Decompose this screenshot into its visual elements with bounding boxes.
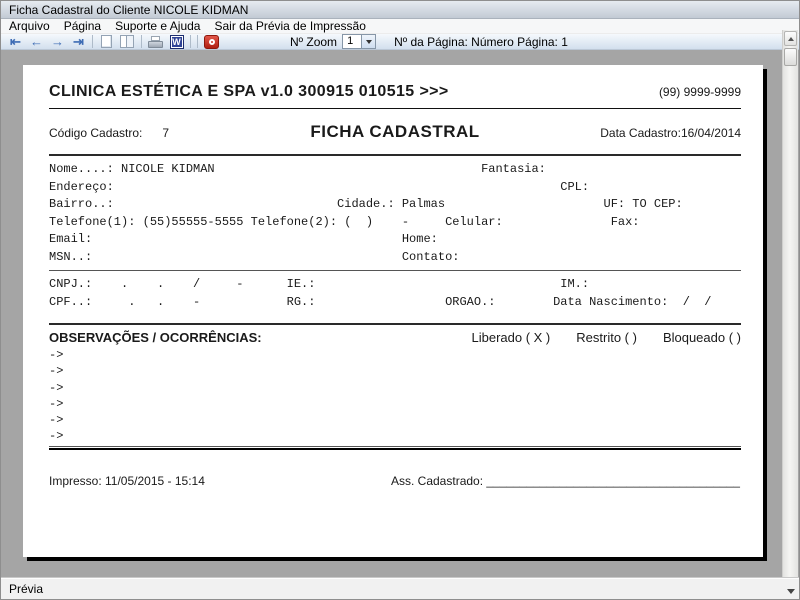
observation-lines: -> -> -> -> -> -> <box>49 348 64 444</box>
fiscal-data-block: CNPJ.: . . / - IE.: IM.: CPF..: . . - RG.… <box>49 276 741 311</box>
single-page-view-button[interactable] <box>96 34 117 49</box>
field-line-endereco: Endereço: CPL: <box>49 179 590 194</box>
divider <box>49 108 741 109</box>
zoom-select[interactable]: 1 <box>342 34 377 49</box>
printer-icon <box>148 35 163 48</box>
toolbar-separator <box>190 35 191 48</box>
zoom-label: Nº Zoom <box>290 34 338 49</box>
toolbar-separator <box>92 35 93 48</box>
title-bar: Ficha Cadastral do Cliente NICOLE KIDMAN <box>1 1 799 19</box>
company-phone: (99) 9999-9999 <box>658 85 741 99</box>
toolbar: ⇤ ← → ⇥ W Nº Zoom 1 Nº da Página: Número… <box>1 34 799 50</box>
field-line-cnpj: CNPJ.: . . / - IE.: IM.: <box>49 277 590 291</box>
company-name: CLINICA ESTÉTICA E SPA v1.0 300915 01051… <box>49 83 449 100</box>
client-data-block: Nome....: NICOLE KIDMAN Fantasia: Endereç… <box>49 161 741 266</box>
zoom-dropdown-button[interactable] <box>361 35 376 48</box>
last-page-button[interactable]: ⇥ <box>68 34 89 49</box>
divider <box>49 154 741 156</box>
last-page-icon: ⇥ <box>73 34 84 49</box>
next-page-icon: → <box>51 34 64 49</box>
divider <box>49 323 741 325</box>
document-footer: Impresso: 11/05/2015 - 15:14 Ass. Cadast… <box>49 474 741 488</box>
field-line-telefone: Telefone(1): (55)55555-5555 Telefone(2):… <box>49 214 640 229</box>
document-header: CLINICA ESTÉTICA E SPA v1.0 300915 01051… <box>49 65 741 101</box>
menu-suporte-e-ajuda[interactable]: Suporte e Ajuda <box>108 19 207 34</box>
toolbar-separator <box>141 35 142 48</box>
chevron-up-icon <box>787 36 794 41</box>
vertical-scrollbar[interactable] <box>782 30 798 577</box>
status-flags: Liberado ( X ) Restrito ( ) Bloqueado ( … <box>472 330 742 345</box>
first-page-button[interactable]: ⇤ <box>5 34 26 49</box>
flag-restrito: Restrito ( ) <box>576 330 637 345</box>
zoom-value: 1 <box>347 35 354 47</box>
app-window: Ficha Cadastral do Cliente NICOLE KIDMAN… <box>0 0 800 600</box>
field-line-msn: MSN..: Contato: <box>49 249 460 264</box>
window-title: Ficha Cadastral do Cliente NICOLE KIDMAN <box>9 2 249 17</box>
print-button[interactable] <box>145 34 166 49</box>
signature-line: Ass. Cadastrado: _______________________… <box>391 473 740 488</box>
two-page-icon <box>120 35 135 48</box>
power-off-icon <box>204 34 219 49</box>
data-cadastro: Data Cadastro:16/04/2014 <box>600 126 741 140</box>
menu-arquivo[interactable]: Arquivo <box>1 19 57 34</box>
field-line-cpf: CPF..: . . - RG.: ORGAO.: Data Nasciment… <box>49 294 712 309</box>
status-bar: Prévia <box>1 577 799 599</box>
chevron-down-icon <box>365 39 372 44</box>
observations-row: OBSERVAÇÕES / OCORRÊNCIAS: Liberado ( X … <box>49 330 741 345</box>
field-line-nome: Nome....: NICOLE KIDMAN Fantasia: <box>49 162 546 176</box>
observations-label: OBSERVAÇÕES / OCORRÊNCIAS: <box>49 330 262 345</box>
page-number-label: Nº da Página: Número Página: 1 <box>394 34 568 49</box>
first-page-icon: ⇤ <box>10 34 21 49</box>
chevron-down-icon[interactable] <box>787 589 795 594</box>
menu-pagina[interactable]: Página <box>57 19 108 34</box>
single-page-icon <box>101 35 112 48</box>
divider <box>49 270 741 271</box>
previous-page-button[interactable]: ← <box>26 34 47 49</box>
close-preview-button[interactable] <box>201 34 222 49</box>
document-page: CLINICA ESTÉTICA E SPA v1.0 300915 01051… <box>23 65 763 557</box>
previous-page-icon: ← <box>30 34 43 49</box>
two-page-view-button[interactable] <box>117 34 138 49</box>
registration-header-row: Código Cadastro: 7 FICHA CADASTRAL Data C… <box>49 122 741 142</box>
divider <box>49 445 741 450</box>
scroll-up-button[interactable] <box>784 31 797 46</box>
toolbar-separator <box>197 35 198 48</box>
menu-bar: Arquivo Página Suporte e Ajuda Sair da P… <box>1 19 799 34</box>
menu-sair-da-previa[interactable]: Sair da Prévia de Impressão <box>207 19 372 34</box>
field-line-bairro: Bairro..: Cidade.: Palmas UF: TO CEP: <box>49 197 683 211</box>
field-line-email: Email: Home: <box>49 232 438 246</box>
scrollbar-thumb[interactable] <box>784 48 797 66</box>
preview-area: CLINICA ESTÉTICA E SPA v1.0 300915 01051… <box>1 50 799 577</box>
flag-liberado: Liberado ( X ) <box>471 330 551 345</box>
status-text: Prévia <box>9 581 44 596</box>
next-page-button[interactable]: → <box>47 34 68 49</box>
flag-bloqueado: Bloqueado ( ) <box>662 330 741 345</box>
word-icon: W <box>169 34 184 49</box>
export-word-button[interactable]: W <box>166 34 187 49</box>
printed-timestamp: Impresso: 11/05/2015 - 15:14 <box>49 473 205 488</box>
